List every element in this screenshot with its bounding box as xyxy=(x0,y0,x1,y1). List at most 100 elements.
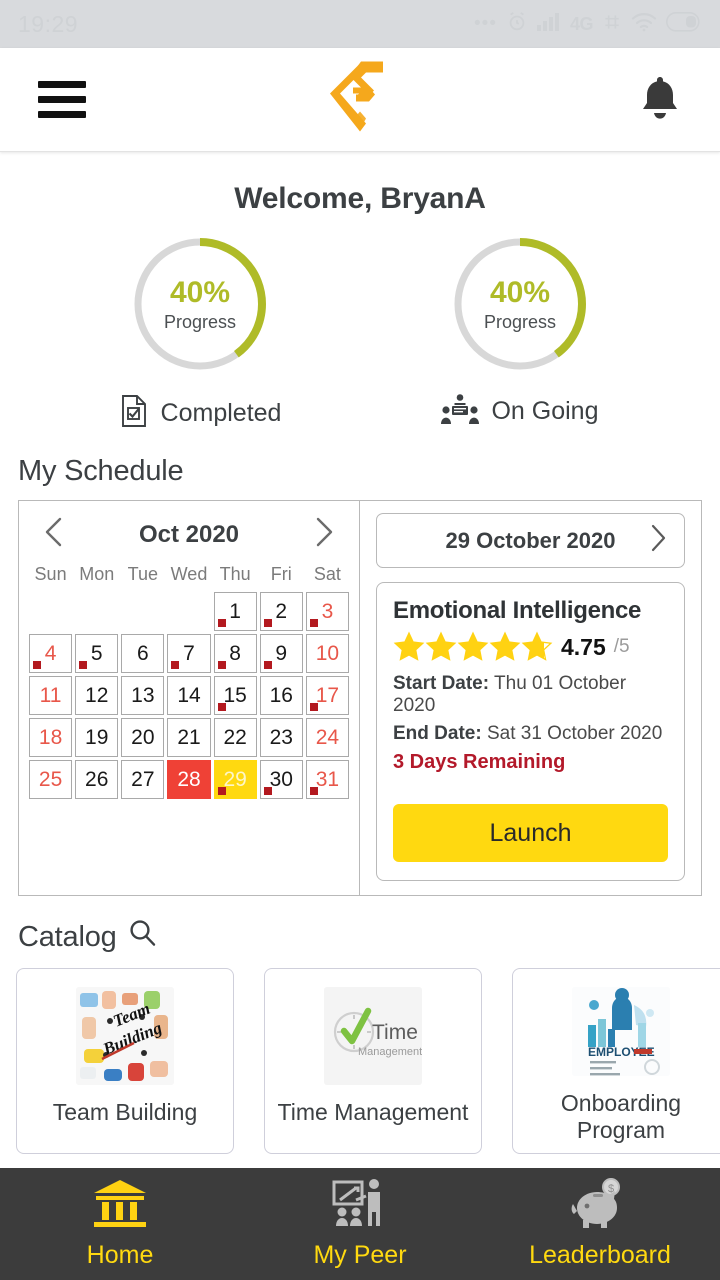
calendar-day-30[interactable]: 30 xyxy=(259,760,303,799)
progress-ring-completed: 40% Progress xyxy=(130,234,270,374)
calendar-day-14[interactable]: 14 xyxy=(167,676,211,715)
calendar-day-empty xyxy=(29,592,72,631)
calendar-day-20[interactable]: 20 xyxy=(121,718,165,757)
signal-bars-icon xyxy=(536,12,561,36)
calendar-day-number: 26 xyxy=(85,767,109,791)
progress-footer-ongoing: On Going xyxy=(491,397,599,425)
calendar-day-number: 29 xyxy=(223,767,247,791)
event-days-remaining: 3 Days Remaining xyxy=(393,751,566,773)
calendar-day-2[interactable]: 2 xyxy=(259,592,303,631)
calendar-day-empty xyxy=(121,592,164,631)
calendar-day-5[interactable]: 5 xyxy=(75,634,119,673)
calendar-day-7[interactable]: 7 xyxy=(167,634,211,673)
calendar-event-dot xyxy=(79,661,88,669)
progress-card-ongoing[interactable]: 40% Progress On Going xyxy=(380,234,660,429)
calendar-day-13[interactable]: 13 xyxy=(121,676,165,715)
piggy-bank-icon: $ xyxy=(571,1178,629,1235)
calendar-day-26[interactable]: 26 xyxy=(75,760,119,799)
calendar-day-16[interactable]: 16 xyxy=(259,676,303,715)
calendar-day-10[interactable]: 10 xyxy=(305,634,349,673)
calendar-day-1[interactable]: 1 xyxy=(213,592,257,631)
catalog-card[interactable]: EMPLOYEE Onboarding Program xyxy=(512,968,720,1154)
catalog-card[interactable]: Team Building Team Building xyxy=(16,968,234,1154)
calendar-day-number: 17 xyxy=(315,683,340,707)
calendar-day-19[interactable]: 19 xyxy=(75,718,119,757)
calendar-day-headers: Sun Mon Tue Wed Thu Fri Sat xyxy=(29,564,349,590)
calendar-day-number: 25 xyxy=(38,767,63,791)
calendar-day-24[interactable]: 24 xyxy=(305,718,349,757)
event-card[interactable]: Emotional Intelligence 4.75 /5 Start Dat… xyxy=(376,582,685,881)
calendar-day-22[interactable]: 22 xyxy=(213,718,257,757)
dots-icon: ••• xyxy=(474,13,497,34)
nav-label-leaderboard: Leaderboard xyxy=(529,1241,671,1269)
bell-icon[interactable] xyxy=(638,73,682,126)
status-bar: 19:29 ••• 4G xyxy=(0,0,720,48)
calendar-day-21[interactable]: 21 xyxy=(167,718,211,757)
star-icon-1 xyxy=(393,631,425,661)
progress-card-completed[interactable]: 40% Progress Completed xyxy=(60,234,340,433)
calendar: Oct 2020 Sun Mon Tue Wed Thu Fri Sat 123456789… xyxy=(19,501,360,895)
calendar-day-empty xyxy=(167,592,210,631)
star-rating-icons xyxy=(393,631,553,663)
calendar-day-number: 6 xyxy=(137,641,149,665)
nav-label-my-peer: My Peer xyxy=(313,1241,407,1269)
event-panel: 29 October 2020 Emotional Intelligence 4… xyxy=(360,501,701,895)
calendar-day-8[interactable]: 8 xyxy=(213,634,257,673)
date-picker[interactable]: 29 October 2020 xyxy=(376,513,685,568)
nav-item-my-peer[interactable]: My Peer xyxy=(240,1168,480,1280)
calendar-day-31[interactable]: 31 xyxy=(305,760,349,799)
calendar-event-dot xyxy=(263,787,272,795)
calendar-day-number: 22 xyxy=(223,725,247,749)
chevron-right-icon[interactable] xyxy=(648,523,668,558)
calendar-day-15[interactable]: 15 xyxy=(213,676,257,715)
calendar-day-number: 30 xyxy=(269,767,293,791)
calendar-day-number: 1 xyxy=(229,599,241,623)
calendar-day-number: 8 xyxy=(229,641,241,665)
calendar-event-dot xyxy=(217,661,226,669)
catalog-card-name: Team Building xyxy=(52,1099,198,1125)
calendar-day-9[interactable]: 9 xyxy=(259,634,303,673)
calendar-day-11[interactable]: 11 xyxy=(29,676,73,715)
star-icon-5 xyxy=(521,631,553,661)
chevron-left-icon[interactable] xyxy=(41,515,67,554)
calendar-day-12[interactable]: 12 xyxy=(75,676,119,715)
chevron-right-icon[interactable] xyxy=(311,515,337,554)
nav-item-home[interactable]: Home xyxy=(0,1168,240,1280)
progress-summary: 40% Progress Completed 40% Progress On G… xyxy=(0,220,720,433)
event-rating-max: /5 xyxy=(613,636,630,657)
calendar-day-23[interactable]: 23 xyxy=(259,718,303,757)
calendar-day-25[interactable]: 25 xyxy=(29,760,73,799)
meeting-people-icon xyxy=(441,394,480,429)
star-icon-4 xyxy=(489,631,521,661)
calendar-day-18[interactable]: 18 xyxy=(29,718,73,757)
event-title: Emotional Intelligence xyxy=(393,597,642,624)
hamburger-menu-icon[interactable] xyxy=(38,81,86,118)
progress-sublabel-ongoing: Progress xyxy=(483,311,557,332)
calendar-event-dot xyxy=(263,619,272,627)
calendar-day-17[interactable]: 17 xyxy=(305,676,349,715)
calendar-day-28[interactable]: 28 xyxy=(167,760,211,799)
calendar-day-4[interactable]: 4 xyxy=(29,634,73,673)
launch-button[interactable]: Launch xyxy=(393,804,668,862)
app-logo-icon[interactable] xyxy=(327,59,393,140)
progress-percent-completed: 40% xyxy=(169,276,231,310)
event-start-label: Start Date: xyxy=(393,673,490,694)
battery-icon xyxy=(666,11,702,37)
calendar-event-dot xyxy=(263,661,272,669)
catalog-card[interactable]: Time Management Time Management xyxy=(264,968,482,1154)
calendar-day-number: 24 xyxy=(315,725,340,749)
4g-label: 4G xyxy=(569,13,594,34)
calendar-dow-wed: Wed xyxy=(170,564,208,584)
nav-item-leaderboard[interactable]: $ Leaderboard xyxy=(480,1168,720,1280)
calendar-day-number: 14 xyxy=(177,683,201,707)
calendar-day-27[interactable]: 27 xyxy=(121,760,165,799)
star-icon-3 xyxy=(457,631,489,661)
calendar-day-29[interactable]: 29 xyxy=(213,760,257,799)
calendar-day-3[interactable]: 3 xyxy=(305,592,349,631)
calendar-day-number: 5 xyxy=(90,641,103,665)
search-icon[interactable] xyxy=(127,918,157,956)
calendar-day-number: 3 xyxy=(321,599,334,623)
calendar-day-6[interactable]: 6 xyxy=(121,634,165,673)
calendar-day-number: 9 xyxy=(275,641,288,665)
calendar-event-dot xyxy=(217,703,226,711)
